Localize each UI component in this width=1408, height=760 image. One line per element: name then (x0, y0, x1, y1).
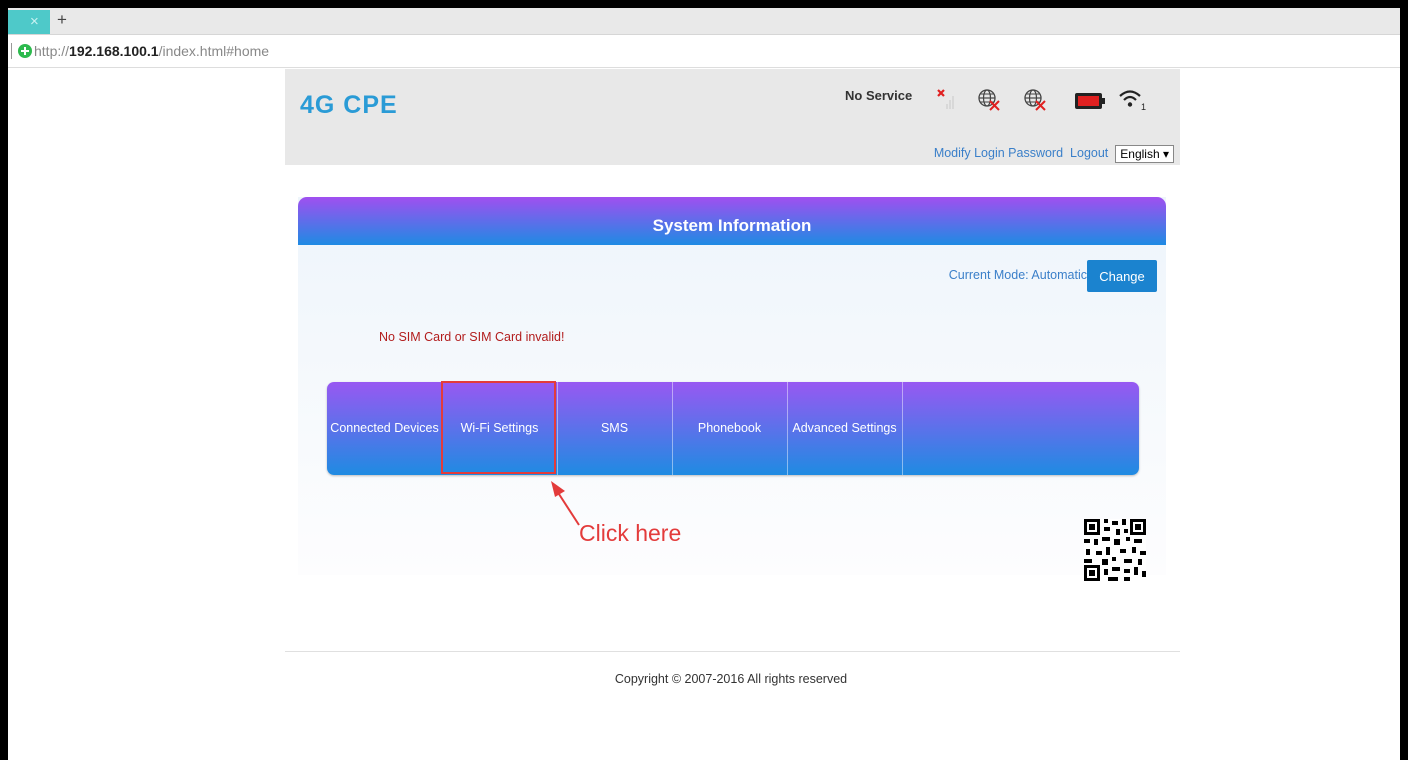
new-tab-icon[interactable]: + (57, 9, 67, 31)
copyright: Copyright © 2007-2016 All rights reserve… (614, 672, 848, 686)
click-here-annotation: Click here (579, 520, 682, 546)
wifi-icon: 1 (1119, 90, 1146, 112)
nav-advanced-settings[interactable]: Advanced Settings (787, 382, 902, 475)
battery-icon (1075, 93, 1105, 109)
close-tab-icon[interactable]: × (30, 12, 39, 32)
browser-window: × + http://192.168.100.1/index.html#home… (8, 8, 1400, 760)
internet-disconnected-icon (978, 89, 1000, 111)
sim-error-message: No SIM Card or SIM Card invalid! (379, 330, 565, 344)
logo: 4G CPE (300, 91, 398, 119)
highlight-box (441, 381, 556, 474)
wifi-client-count: 1 (1141, 102, 1146, 112)
current-mode: Current Mode: Automatic (948, 268, 1087, 282)
footer-divider (285, 651, 1180, 652)
language-select[interactable]: English ▾ (1115, 145, 1174, 163)
url-text[interactable]: http://192.168.100.1/index.html#home (34, 43, 269, 59)
url-scheme: http:// (34, 43, 70, 59)
secure-shield-icon (18, 44, 32, 58)
modify-password-link[interactable]: Modify Login Password (934, 146, 1063, 160)
no-signal-icon (937, 89, 954, 109)
nav-sms[interactable]: SMS (557, 382, 672, 475)
network-disconnected-icon (1024, 89, 1046, 111)
panel-header: System Information (298, 197, 1166, 245)
panel-title: System Information (652, 216, 812, 235)
address-divider (11, 43, 12, 59)
browser-tab[interactable]: × (8, 10, 50, 34)
url-path: /index.html#home (158, 43, 270, 59)
nav-phonebook[interactable]: Phonebook (672, 382, 787, 475)
change-mode-button[interactable]: Change (1087, 260, 1157, 292)
router-header: 4G CPE No Service 1 Modify Login Passwor… (285, 69, 1180, 165)
system-info-panel: System Information Current Mode: Automat… (298, 197, 1166, 581)
tab-bar: × + (8, 8, 1400, 35)
logout-link[interactable]: Logout (1070, 146, 1108, 160)
nav-connected-devices[interactable]: Connected Devices (327, 382, 442, 475)
address-bar[interactable]: http://192.168.100.1/index.html#home (8, 35, 1400, 68)
service-status: No Service (845, 88, 913, 103)
header-links: Modify Login Password Logout English ▾ (934, 145, 1174, 163)
url-host: 192.168.100.1 (69, 43, 159, 59)
qr-code-icon (1084, 519, 1146, 581)
nav-divider (902, 382, 903, 475)
